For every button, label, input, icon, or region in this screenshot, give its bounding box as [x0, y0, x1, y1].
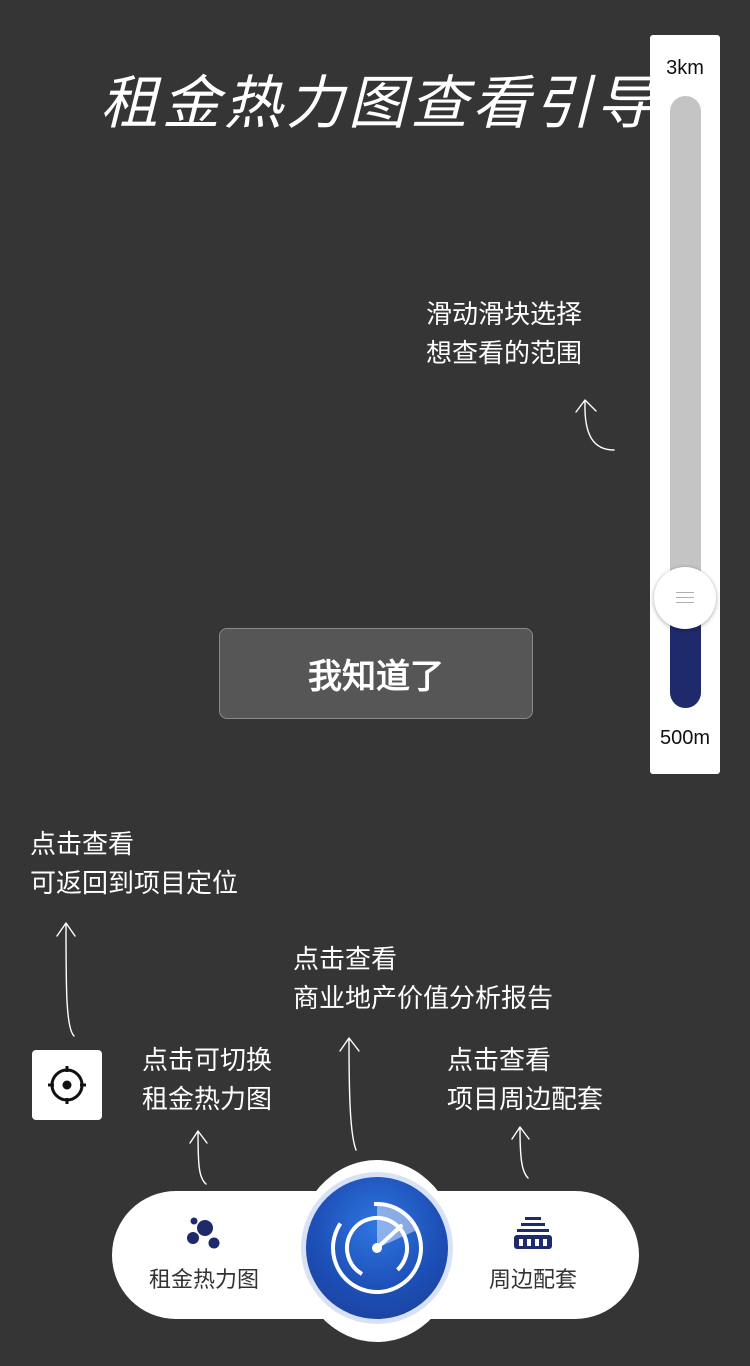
range-slider[interactable]: 3km 500m — [650, 35, 720, 774]
hint-line: 租金热力图 — [142, 1085, 273, 1115]
locate-button[interactable] — [32, 1050, 102, 1120]
surroundings-tab[interactable]: 周边配套 — [458, 1191, 608, 1319]
report-button[interactable] — [301, 1172, 453, 1324]
hint-line: 滑动滑块选择 — [426, 300, 583, 330]
heatmap-hint: 点击可切换 租金热力图 — [142, 1042, 272, 1120]
heatmap-arrow-icon — [189, 1130, 208, 1185]
hint-line: 可返回到项目定位 — [30, 869, 239, 899]
hint-line: 想查看的范围 — [426, 339, 583, 369]
building-icon — [514, 1217, 552, 1249]
hint-line: 点击可切换 — [142, 1046, 273, 1076]
hint-line: 商业地产价值分析报告 — [293, 984, 554, 1014]
report-hint: 点击查看 商业地产价值分析报告 — [293, 941, 553, 1019]
guide-title: 租金热力图查看引导 — [100, 69, 659, 137]
target-icon — [48, 1066, 86, 1104]
slider-arrow-icon — [575, 399, 615, 451]
slider-min-label: 500m — [659, 727, 711, 749]
heatmap-tab[interactable]: 租金热力图 — [129, 1191, 279, 1319]
surroundings-tab-label: 周边配套 — [488, 1268, 577, 1293]
heatmap-tab-label: 租金热力图 — [148, 1268, 259, 1293]
hint-line: 项目周边配套 — [447, 1085, 604, 1115]
slider-thumb[interactable] — [654, 566, 716, 629]
hint-line: 点击查看 — [293, 945, 398, 975]
slider-max-label: 3km — [666, 57, 704, 79]
slider-hint: 滑动滑块选择 想查看的范围 — [426, 296, 582, 374]
surroundings-arrow-icon — [511, 1126, 530, 1179]
hint-line: 点击查看 — [447, 1046, 552, 1076]
got-it-button[interactable]: 我知道了 — [219, 628, 533, 719]
bubbles-icon — [187, 1217, 220, 1249]
hint-line: 点击查看 — [30, 830, 135, 860]
radar-icon — [331, 1202, 423, 1294]
report-arrow-icon — [339, 1037, 360, 1151]
locate-hint: 点击查看 可返回到项目定位 — [30, 826, 238, 904]
surroundings-hint: 点击查看 项目周边配套 — [447, 1042, 603, 1120]
locate-arrow-icon — [56, 922, 76, 1037]
